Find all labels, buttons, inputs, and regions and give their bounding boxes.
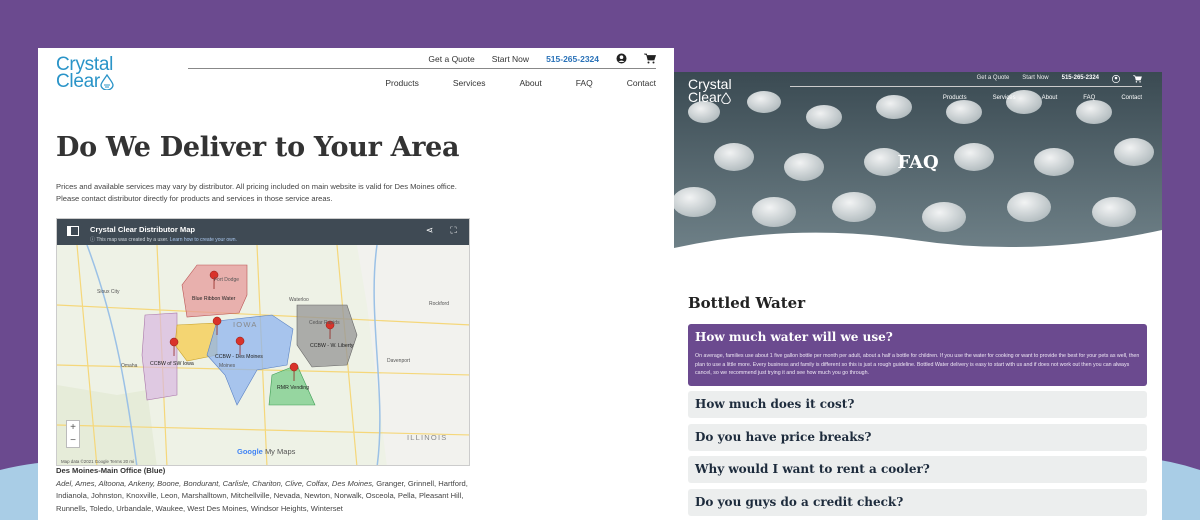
faq-question: How much water will we use? [695,330,893,344]
crystal-clear-logo[interactable]: Crystal Clear [56,55,114,92]
page-title: Do We Deliver to Your Area [56,132,460,163]
nav-contact[interactable]: Contact [1121,95,1142,101]
city-label: Fort Dodge [214,277,240,283]
get-quote-link[interactable]: Get a Quote [977,75,1010,83]
share-icon[interactable]: ⋖ [424,225,435,236]
zoom-out-button[interactable]: − [67,434,79,447]
logo-line2: Clear [56,71,100,92]
region-label: RMR Vending [277,385,310,391]
header-divider [790,86,1142,87]
map-subtitle: ⓘ This map was created by a user. Learn … [90,237,237,243]
map-footer: Map data ©2021 Google Terms 20 mi [61,459,134,464]
region-label: CCBW of SW Iowa [150,361,194,367]
my-maps-wordmark: My Maps [264,447,296,456]
map-sidebar-icon[interactable] [67,226,79,236]
nav-about[interactable]: About [1042,95,1058,101]
city-label: Omaha [121,363,138,369]
nav-contact[interactable]: Contact [627,78,656,88]
faq-item[interactable]: Why would I want to rent a cooler? [688,456,1147,483]
top-utility-bar: Get a Quote Start Now 515-265-2324 [977,75,1142,83]
faq-question: How much does it cost? [695,397,855,411]
region-label: Blue Ribbon Water [192,296,236,302]
nav-services[interactable]: Services [453,78,486,88]
office-title: Des Moines-Main Office (Blue) [56,466,166,475]
phone-link[interactable]: 515-265-2324 [546,54,599,64]
faq-item-open[interactable]: How much water will we use? On average, … [688,324,1147,386]
fullscreen-icon[interactable]: ⛶ [448,225,459,236]
faq-item[interactable]: How much does it cost? [688,391,1147,418]
cart-icon[interactable] [644,53,656,64]
account-icon[interactable] [1112,75,1120,83]
phone-link[interactable]: 515-265-2324 [1062,75,1099,83]
office-cities: Adel, Ames, Altoona, Ankeny, Boone, Bond… [56,478,481,515]
state-label: ILLINOIS [407,433,448,442]
header-divider [188,68,656,69]
nav-services[interactable]: Services [993,95,1016,101]
top-utility-bar: Get a Quote Start Now 515-265-2324 [428,53,656,64]
state-label: IOWA [233,320,258,329]
hero-title: FAQ [897,152,939,173]
zoom-control: + − [66,420,80,448]
water-drop-icon [100,74,114,90]
faq-page-screenshot: Crystal Clear Get a Quote Start Now 515-… [674,72,1162,520]
map-header: Crystal Clear Distributor Map ⓘ This map… [57,219,469,245]
nav-faq[interactable]: FAQ [576,78,593,88]
region-label: CCBW - W. Liberty [310,343,354,349]
map-sub-link[interactable]: Learn how to create your own. [170,237,237,243]
region-label: CCBW - Des Moines [215,354,263,360]
faq-question: Do you guys do a credit check? [695,495,904,509]
start-now-link[interactable]: Start Now [1022,75,1048,83]
account-icon[interactable] [616,53,627,64]
nav-faq[interactable]: FAQ [1083,95,1095,101]
faq-answer: On average, families use about 1 five ga… [695,353,1140,377]
city-label: Moines [219,363,236,369]
logo-line2: Clear [688,89,722,105]
faq-item[interactable]: Do you guys do a credit check? [688,489,1147,516]
google-my-maps-brand: Google My Maps [237,447,295,456]
map-title: Crystal Clear Distributor Map [90,225,196,234]
cart-icon[interactable] [1133,75,1142,83]
main-nav: Products Services About FAQ Contact [385,78,656,88]
water-drop-icon [721,92,732,105]
faq-question: Why would I want to rent a cooler? [695,462,930,476]
start-now-link[interactable]: Start Now [492,54,529,64]
nav-about[interactable]: About [519,78,541,88]
city-label: Sioux City [97,289,120,295]
city-label: Cedar Rapids [309,320,340,326]
nav-products[interactable]: Products [385,78,419,88]
nav-products[interactable]: Products [943,95,967,101]
crystal-clear-logo[interactable]: Crystal Clear [688,77,732,105]
map-sub-prefix: This map was created by a user. [96,237,169,243]
get-quote-link[interactable]: Get a Quote [428,54,474,64]
faq-item[interactable]: Do you have price breaks? [688,424,1147,451]
distributor-page-screenshot: Crystal Clear Get a Quote Start Now 515-… [38,48,674,520]
city-label: Waterloo [289,297,309,303]
main-nav: Products Services About FAQ Contact [943,95,1142,101]
distributor-map[interactable]: Crystal Clear Distributor Map ⓘ This map… [56,218,470,466]
faq-question: Do you have price breaks? [695,430,872,444]
city-label: Davenport [387,358,411,364]
office-cities-italic: Adel, Ames, Altoona, Ankeny, Boone, Bond… [56,479,375,488]
google-wordmark: Google [237,447,263,456]
intro-text: Prices and available services may vary b… [56,182,457,203]
section-title: Bottled Water [688,294,806,312]
city-label: Rockford [429,301,450,307]
zoom-in-button[interactable]: + [67,421,79,434]
